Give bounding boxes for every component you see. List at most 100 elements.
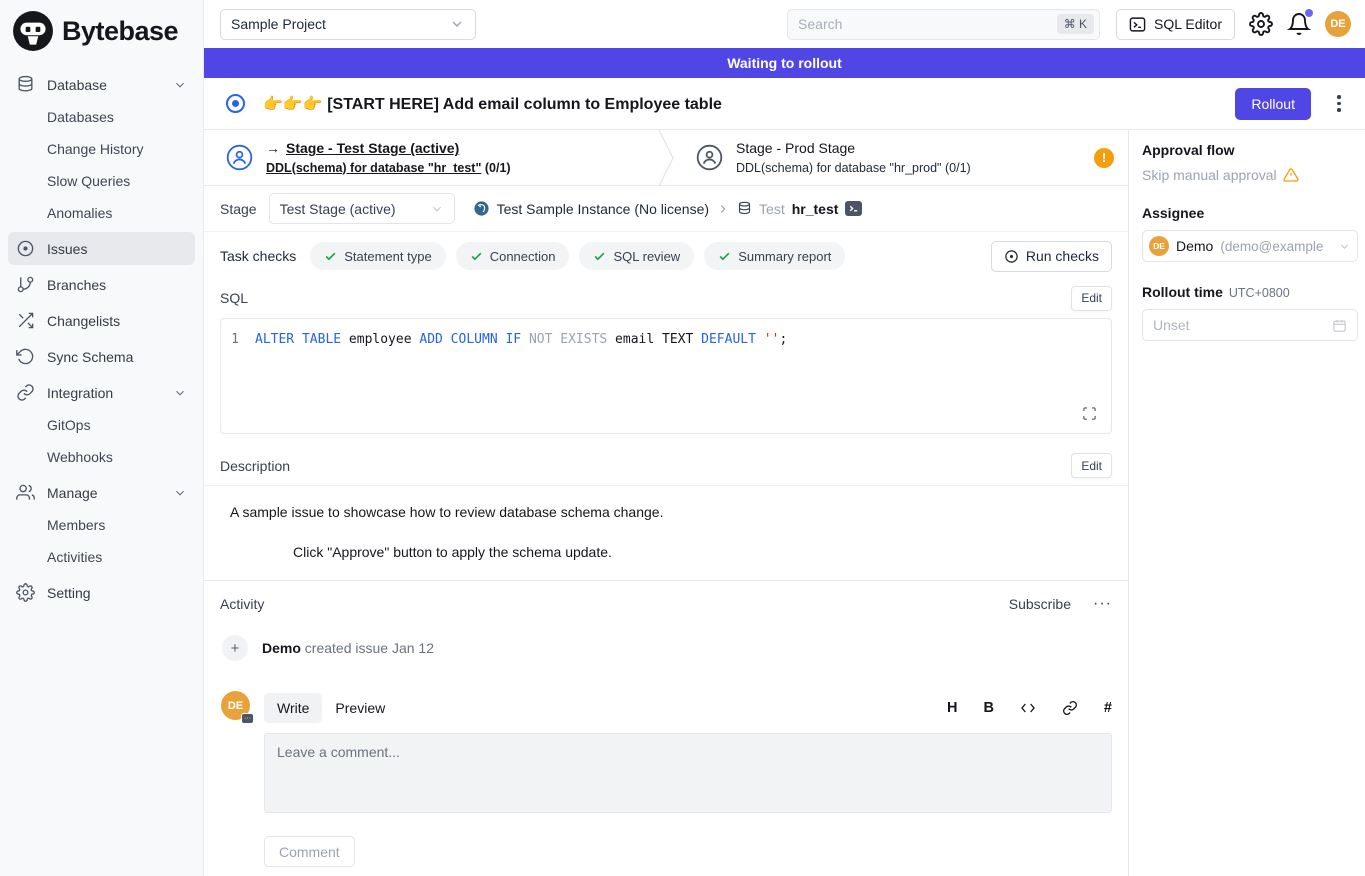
git-branch-icon bbox=[16, 275, 35, 294]
assignee-avatar: DE bbox=[1149, 236, 1169, 256]
notification-dot bbox=[1305, 9, 1313, 17]
sql-edit-button[interactable]: Edit bbox=[1071, 286, 1112, 311]
sidebar-item-anomalies[interactable]: Anomalies bbox=[8, 197, 195, 229]
comment-submit-button[interactable]: Comment bbox=[264, 836, 355, 867]
run-checks-icon bbox=[1004, 249, 1019, 264]
code-button[interactable] bbox=[1020, 700, 1036, 716]
stage-label: Stage bbox=[220, 201, 257, 217]
link-button[interactable] bbox=[1062, 700, 1078, 716]
description-title: Description bbox=[220, 458, 290, 474]
topbar: Sample Project ⌘ K SQL Editor DE bbox=[204, 0, 1365, 48]
instance-link[interactable]: Test Sample Instance (No license) bbox=[497, 201, 709, 217]
sidebar: Bytebase Database Databases Change Histo… bbox=[0, 0, 204, 876]
sidebar-item-gitops[interactable]: GitOps bbox=[8, 409, 195, 441]
sidebar-item-sync-schema[interactable]: Sync Schema bbox=[8, 340, 195, 373]
sql-editor-button[interactable]: SQL Editor bbox=[1116, 9, 1235, 40]
sidebar-item-label: Setting bbox=[47, 585, 91, 601]
settings-button[interactable] bbox=[1249, 12, 1273, 36]
project-select-value: Sample Project bbox=[231, 16, 326, 32]
code-icon bbox=[1020, 700, 1036, 716]
notifications-button[interactable] bbox=[1287, 12, 1311, 36]
sidebar-item-setting[interactable]: Setting bbox=[8, 576, 195, 609]
users-icon bbox=[16, 483, 35, 502]
search-input[interactable] bbox=[798, 16, 1057, 32]
stage-card-prod[interactable]: Stage - Prod Stage DDL(schema) for datab… bbox=[674, 130, 1128, 185]
more-menu-icon[interactable]: ··· bbox=[1093, 595, 1112, 613]
check-summary-report[interactable]: Summary report bbox=[704, 242, 845, 270]
terminal-icon bbox=[1129, 16, 1146, 33]
description-edit-button[interactable]: Edit bbox=[1071, 453, 1112, 478]
approval-flow-value: Skip manual approval bbox=[1142, 167, 1357, 183]
bold-button[interactable]: B bbox=[983, 700, 993, 716]
sync-icon bbox=[16, 347, 35, 366]
stage-select[interactable]: Test Stage (active) bbox=[269, 193, 455, 224]
approval-flow-title: Approval flow bbox=[1142, 142, 1357, 158]
expand-icon[interactable] bbox=[1082, 406, 1097, 421]
run-checks-label: Run checks bbox=[1026, 248, 1099, 264]
rollout-button[interactable]: Rollout bbox=[1235, 88, 1311, 120]
tab-write[interactable]: Write bbox=[264, 693, 322, 723]
person-icon bbox=[696, 144, 723, 171]
bytebase-logo-icon bbox=[12, 10, 54, 52]
sidebar-item-webhooks[interactable]: Webhooks bbox=[8, 441, 195, 473]
check-icon bbox=[324, 250, 337, 263]
sidebar-item-slow-queries[interactable]: Slow Queries bbox=[8, 165, 195, 197]
main-content: →Stage - Test Stage (active) DDL(schema)… bbox=[204, 130, 1128, 876]
sidebar-item-issues[interactable]: Issues bbox=[8, 232, 195, 265]
tab-preview[interactable]: Preview bbox=[322, 693, 398, 723]
sidebar-item-databases[interactable]: Databases bbox=[8, 101, 195, 133]
sidebar-item-change-history[interactable]: Change History bbox=[8, 133, 195, 165]
sql-section-header: SQL Edit bbox=[204, 280, 1128, 316]
kebab-menu-icon[interactable] bbox=[1329, 95, 1349, 112]
stage-card-test[interactable]: →Stage - Test Stage (active) DDL(schema)… bbox=[204, 130, 658, 185]
open-sql-editor-icon[interactable] bbox=[845, 201, 862, 216]
warning-badge: ! bbox=[1094, 148, 1114, 168]
environment-label: Test bbox=[759, 201, 785, 217]
sql-title: SQL bbox=[220, 290, 248, 306]
sidebar-item-activities[interactable]: Activities bbox=[8, 541, 195, 573]
assignee-name: Demo bbox=[1176, 238, 1213, 254]
task-checks-bar: Task checks Statement type Connection SQ… bbox=[204, 232, 1128, 280]
project-select[interactable]: Sample Project bbox=[220, 9, 476, 40]
assignee-select[interactable]: DE Demo (demo@example bbox=[1142, 230, 1358, 262]
stage-selector-bar: Stage Test Stage (active) Test Sample In… bbox=[204, 186, 1128, 232]
sidebar-item-label: Manage bbox=[47, 485, 98, 501]
heading-button[interactable]: H bbox=[947, 700, 957, 716]
run-checks-button[interactable]: Run checks bbox=[991, 241, 1112, 272]
hash-button[interactable]: # bbox=[1104, 700, 1112, 716]
user-avatar[interactable]: DE bbox=[1325, 11, 1351, 37]
description-header: Description Edit bbox=[204, 446, 1128, 486]
check-connection[interactable]: Connection bbox=[456, 242, 570, 270]
sidebar-item-members[interactable]: Members bbox=[8, 509, 195, 541]
rollout-time-input[interactable]: Unset bbox=[1142, 309, 1358, 341]
sidebar-item-changelists[interactable]: Changelists bbox=[8, 304, 195, 337]
sidebar-item-branches[interactable]: Branches bbox=[8, 268, 195, 301]
sidebar-item-integration[interactable]: Integration bbox=[8, 376, 195, 409]
sidebar-item-manage[interactable]: Manage bbox=[8, 476, 195, 509]
check-statement-type[interactable]: Statement type bbox=[310, 242, 445, 270]
stage-title: Stage - Prod Stage bbox=[736, 138, 971, 158]
database-link[interactable]: hr_test bbox=[792, 201, 839, 217]
stage-select-value: Test Stage (active) bbox=[280, 201, 396, 217]
chevron-right-icon bbox=[716, 202, 730, 216]
chevron-down-icon bbox=[430, 202, 444, 216]
timezone-label: UTC+0800 bbox=[1229, 286, 1290, 300]
activity-entry-text: Demo created issue Jan 12 bbox=[262, 640, 434, 656]
subscribe-button[interactable]: Subscribe bbox=[1009, 596, 1071, 612]
sidebar-item-label: Issues bbox=[47, 241, 87, 257]
description-text: Click "Approve" button to apply the sche… bbox=[293, 544, 1112, 560]
bytebase-logo[interactable]: Bytebase bbox=[0, 0, 203, 64]
sidebar-item-label: Changelists bbox=[47, 313, 120, 329]
chevron-down-icon bbox=[1338, 240, 1351, 253]
sidebar-item-database[interactable]: Database bbox=[8, 68, 195, 101]
issue-header: 👉👉👉 [START HERE] Add email column to Emp… bbox=[204, 78, 1365, 130]
stage-task: DDL(schema) for database "hr_test" (0/1) bbox=[266, 159, 511, 177]
check-sql-review[interactable]: SQL review bbox=[579, 242, 694, 270]
comment-input[interactable] bbox=[264, 733, 1112, 813]
person-icon bbox=[226, 144, 253, 171]
chevron-down-icon bbox=[173, 486, 187, 500]
issue-status-icon bbox=[226, 94, 245, 113]
sql-code-block[interactable]: 1ALTER TABLE employee ADD COLUMN IF NOT … bbox=[220, 318, 1112, 434]
search-box[interactable]: ⌘ K bbox=[787, 9, 1100, 40]
sql-code-line: 1ALTER TABLE employee ADD COLUMN IF NOT … bbox=[221, 319, 1111, 347]
